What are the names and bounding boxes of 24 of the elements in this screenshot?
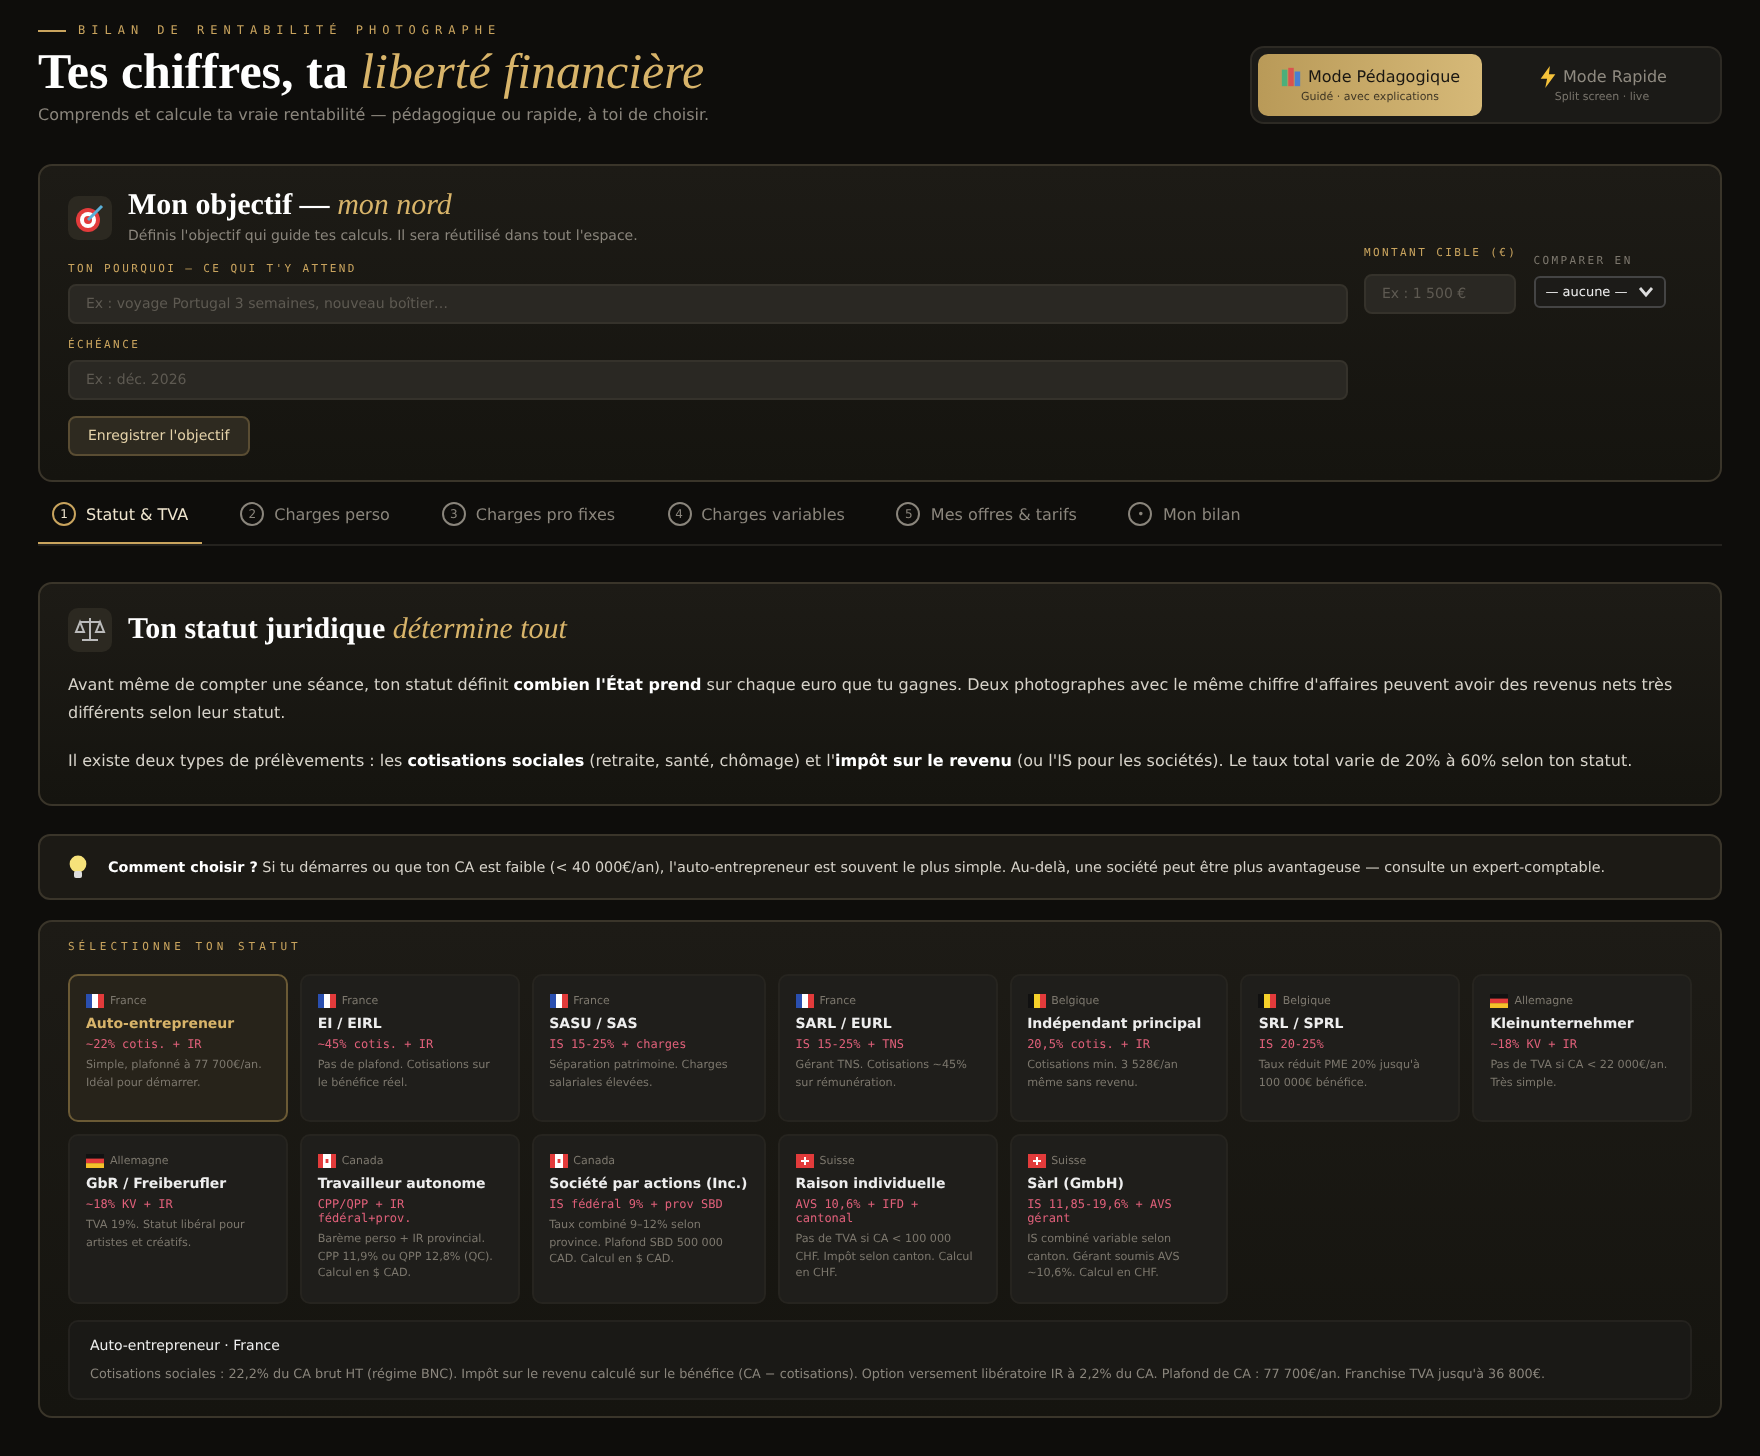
section-title: Ton statut juridique détermine tout	[128, 613, 567, 647]
flag-icon	[795, 994, 814, 1008]
flag-icon	[1490, 994, 1509, 1008]
page-subtitle: Comprends et calcule ta vraie rentabilité — pédagogique ou rapide, à toi de choisir.	[38, 106, 710, 124]
books-icon	[1279, 66, 1302, 88]
flag-icon	[549, 1154, 568, 1168]
flag-icon	[317, 994, 336, 1008]
flag-icon	[1027, 994, 1046, 1008]
paragraph: Il existe deux types de prélèvements : les cotisations sociales (retraite, santé, chômage) et l'impôt sur le revenu (ou l'IS pour les sociétés). Le taux total varie de 20% à 60% selon ton statut.	[68, 750, 1635, 774]
flag-icon	[317, 1154, 336, 1168]
paragraph: Avant même de compter une séance, ton statut définit combien l'État prend sur chaque euro que tu gagnes. Deux photographes avec le même chiffre d'affaires peuvent avoir des revenus nets très différents selon leur statut.	[68, 673, 1675, 726]
flag-icon	[795, 1154, 814, 1168]
flag-icon	[1027, 1154, 1046, 1168]
flag-icon	[86, 994, 104, 1008]
section-title: Mon objectif — mon nord	[128, 190, 454, 224]
flag-icon	[549, 994, 568, 1008]
lightning-icon	[1537, 66, 1558, 88]
page-title: Tes chiffres, ta liberté financière	[38, 46, 707, 102]
lightbulb-icon	[68, 854, 88, 880]
target-icon	[68, 195, 112, 239]
flag-icon	[86, 1154, 104, 1168]
scales-icon	[68, 608, 112, 652]
flag-icon	[1258, 994, 1277, 1008]
chevron-down-icon	[1637, 286, 1654, 298]
